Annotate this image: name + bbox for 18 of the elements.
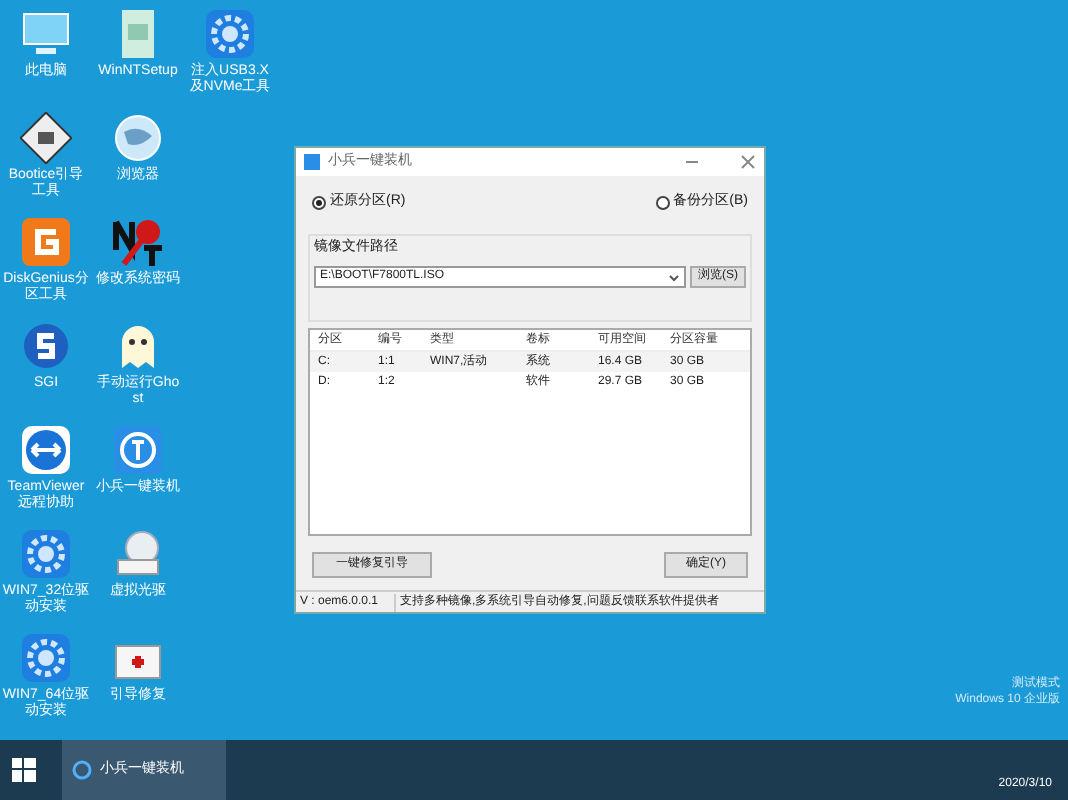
windows-logo-icon[interactable] [12, 758, 36, 782]
chevron-down-icon [668, 271, 680, 283]
key-icon [112, 216, 164, 268]
radio-button[interactable] [655, 195, 670, 210]
close-icon[interactable] [740, 154, 756, 170]
gear-icon [204, 8, 256, 60]
letter-g-icon [20, 216, 72, 268]
gear-icon [20, 528, 72, 580]
globe-icon [112, 112, 164, 164]
radio-button[interactable] [312, 195, 326, 210]
arrows-circle-icon [20, 424, 72, 476]
monitor-icon [20, 8, 72, 60]
disc-drive-icon [112, 528, 164, 580]
app-logo-icon [304, 154, 320, 170]
app-logo-icon [72, 760, 92, 780]
circle-s-icon [20, 320, 72, 372]
gear-icon [20, 632, 72, 684]
app-logo-icon [112, 424, 164, 476]
